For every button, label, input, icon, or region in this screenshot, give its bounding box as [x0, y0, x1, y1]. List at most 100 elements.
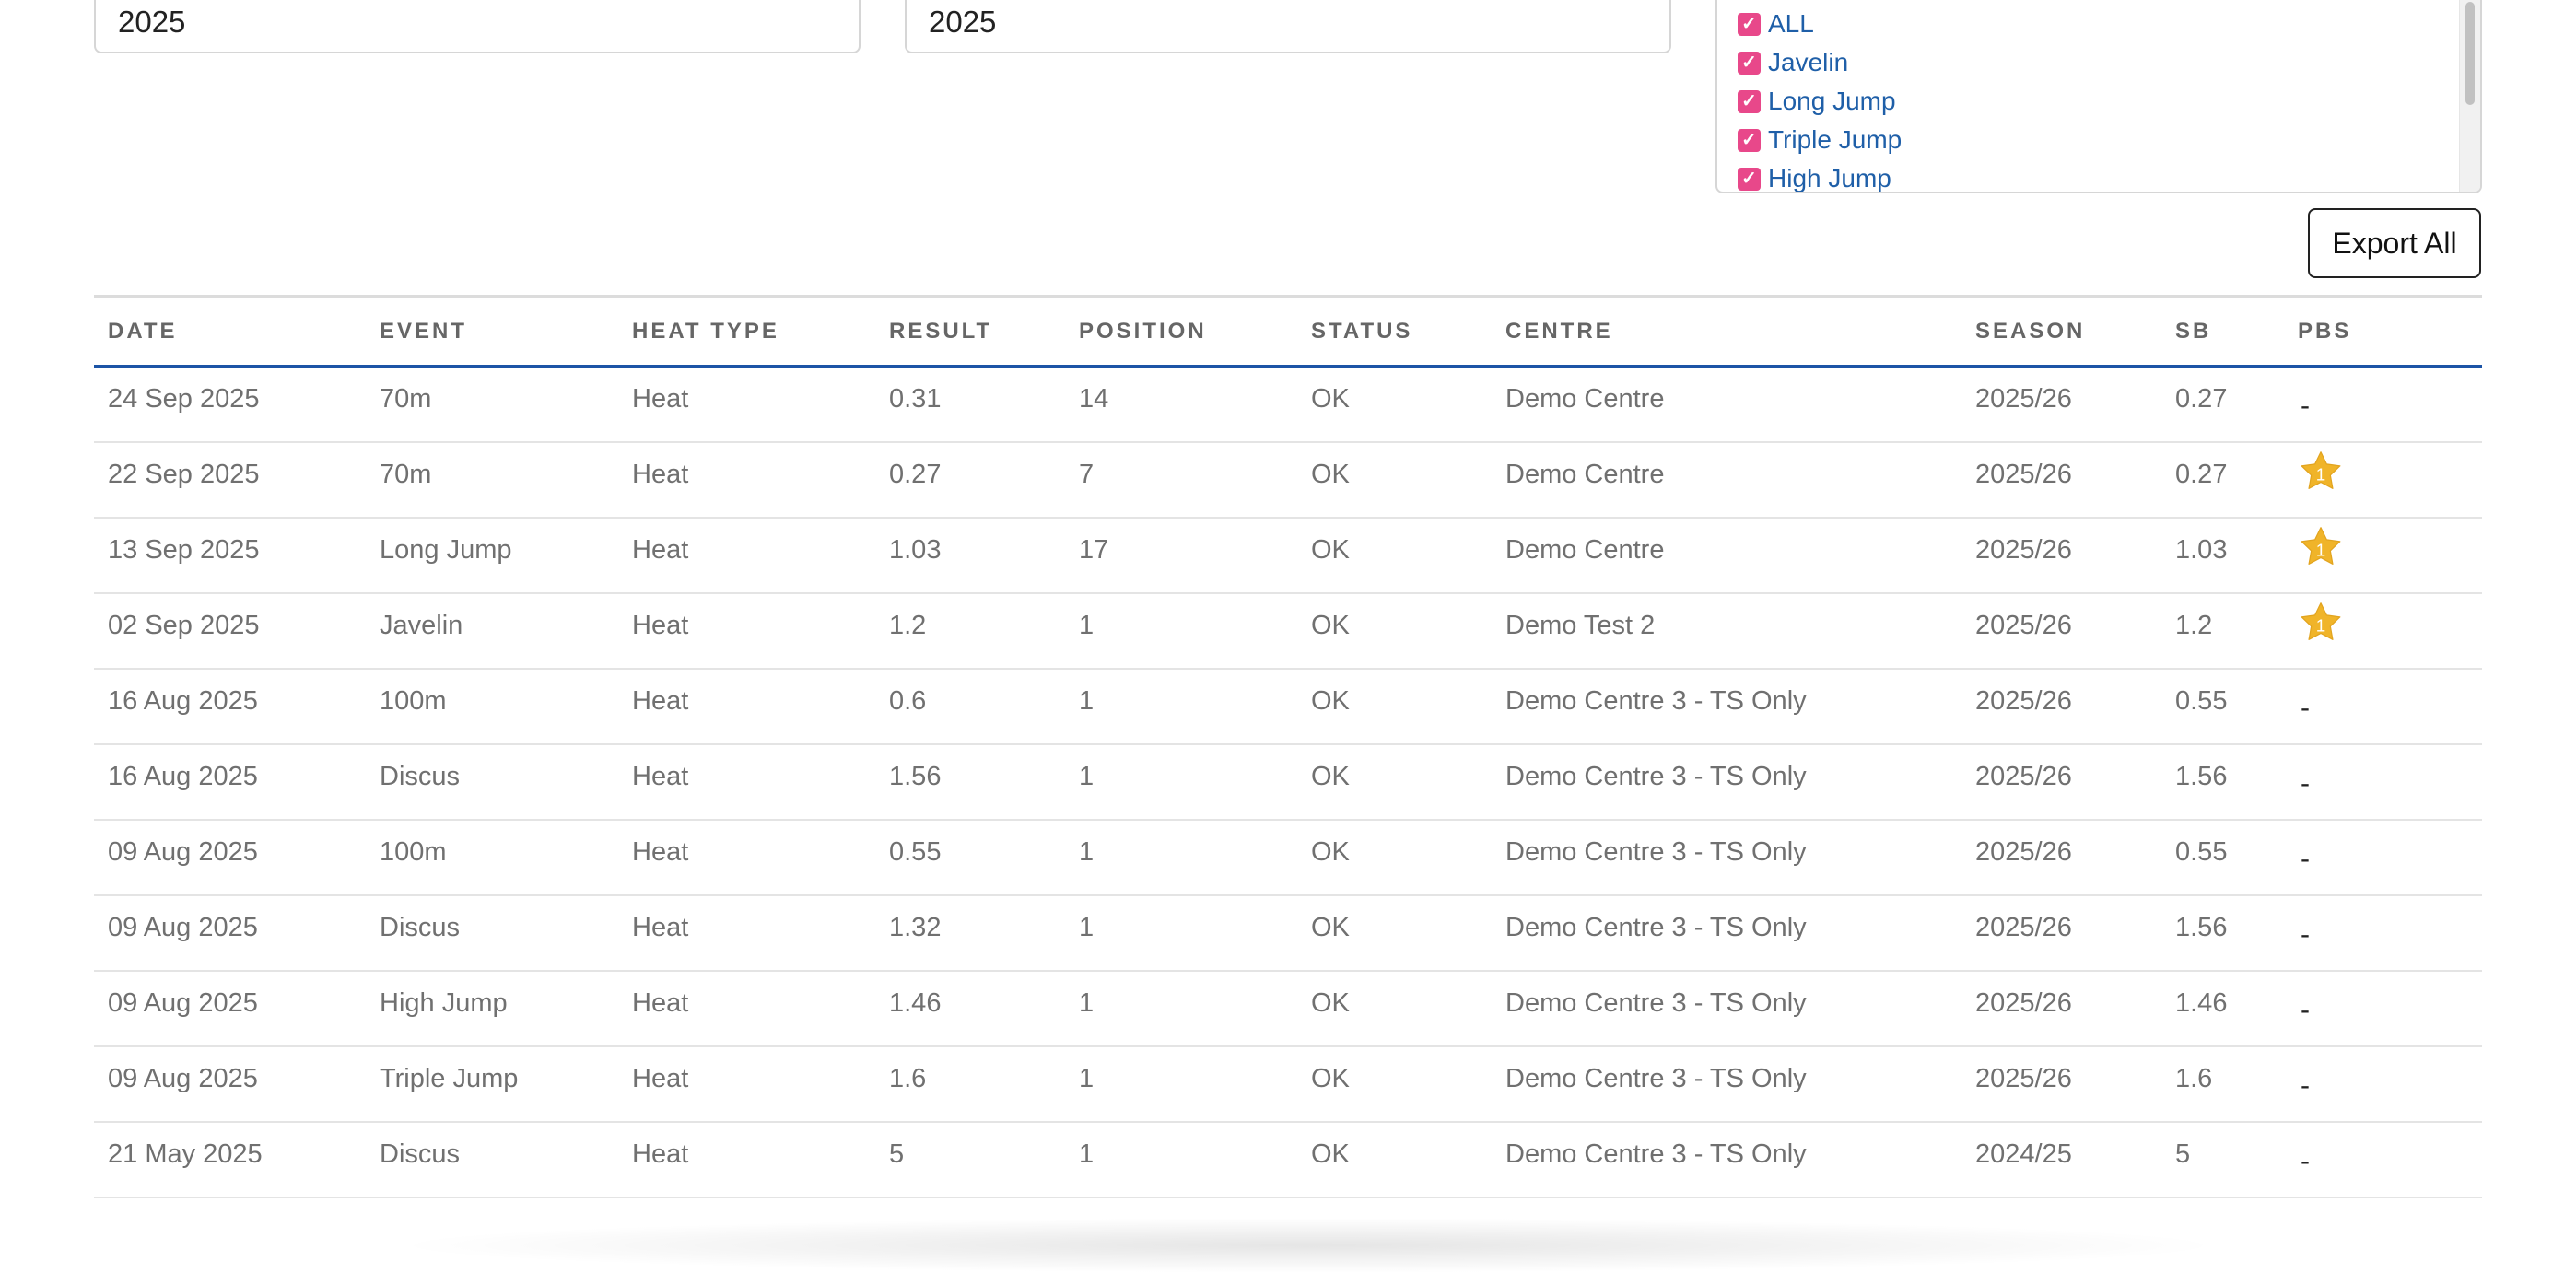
checkbox-checked-icon[interactable]: ✓: [1738, 12, 1761, 36]
header-position[interactable]: POSITION: [1065, 295, 1297, 368]
scroll-thumb[interactable]: [2465, 2, 2475, 105]
cell-pbs: -: [2284, 894, 2482, 972]
header-pbs[interactable]: PBS: [2284, 295, 2482, 368]
cell-pbs: -: [2284, 743, 2482, 821]
cell-status: OK: [1297, 1121, 1492, 1198]
cell-event: 100m: [366, 668, 618, 745]
cell-sb-text: 0.55: [2175, 686, 2228, 716]
cell-result: 0.27: [875, 441, 1065, 519]
checkbox-checked-icon[interactable]: ✓: [1738, 128, 1761, 152]
cell-result-text: 1.32: [889, 913, 942, 942]
cell-result-text: 1.56: [889, 762, 942, 791]
cell-season: 2025/26: [1961, 441, 2161, 519]
cell-event: Discus: [366, 1121, 618, 1198]
header-centre[interactable]: CENTRE: [1492, 295, 1961, 368]
cell-sb-text: 0.55: [2175, 837, 2228, 867]
event-option-label: ALL: [1768, 9, 1814, 38]
cell-date: 21 May 2025: [94, 1121, 366, 1198]
cell-sb: 0.27: [2161, 441, 2284, 519]
cell-status-text: OK: [1311, 686, 1350, 716]
cell-centre: Demo Centre: [1492, 517, 1961, 594]
cell-season-text: 2025/26: [1975, 611, 2072, 640]
star-icon: 1: [2298, 524, 2344, 570]
checkbox-checked-icon[interactable]: ✓: [1738, 89, 1761, 113]
cell-event: 100m: [366, 819, 618, 896]
header-event[interactable]: EVENT: [366, 295, 618, 368]
cell-centre: Demo Centre 3 - TS Only: [1492, 743, 1961, 821]
cell-position: 1: [1065, 743, 1297, 821]
cell-sb: 1.56: [2161, 894, 2284, 972]
cell-heat-type-text: Heat: [632, 1139, 689, 1169]
cell-sb-text: 1.56: [2175, 913, 2228, 942]
cell-status: OK: [1297, 1045, 1492, 1123]
cell-season-text: 2025/26: [1975, 762, 2072, 791]
cell-heat-type: Heat: [618, 366, 875, 443]
cell-heat-type-text: Heat: [632, 988, 689, 1018]
cell-result: 0.31: [875, 366, 1065, 443]
cell-event-text: High Jump: [380, 988, 508, 1018]
cell-position: 1: [1065, 1121, 1297, 1198]
cell-date: 16 Aug 2025: [94, 668, 366, 745]
export-all-button[interactable]: Export All: [2308, 208, 2481, 278]
header-date[interactable]: DATE: [94, 295, 366, 368]
header-sb[interactable]: SB: [2161, 295, 2284, 368]
cell-result-text: 1.6: [889, 1064, 927, 1093]
header-season[interactable]: SEASON: [1961, 295, 2161, 368]
cell-result: 5: [875, 1121, 1065, 1198]
header-heat-type[interactable]: HEAT TYPE: [618, 295, 875, 368]
cell-season: 2025/26: [1961, 970, 2161, 1047]
cell-status: OK: [1297, 819, 1492, 896]
cell-status-text: OK: [1311, 1064, 1350, 1093]
event-option-triple-jump[interactable]: ✓ Triple Jump: [1738, 122, 1902, 158]
cell-heat-type-text: Heat: [632, 686, 689, 716]
table-row: 09 Aug 2025 High Jump Heat 1.46 1 OK Demo Cent…: [94, 970, 2482, 1047]
cell-position-text: 1: [1079, 988, 1095, 1018]
year-from-input[interactable]: [94, 0, 861, 53]
cell-status-text: OK: [1311, 837, 1350, 867]
cell-result-text: 5: [889, 1139, 905, 1169]
cell-date: 09 Aug 2025: [94, 894, 366, 972]
cell-date-text: 16 Aug 2025: [108, 686, 258, 716]
cell-centre: Demo Test 2: [1492, 592, 1961, 670]
event-option-javelin[interactable]: ✓ Javelin: [1738, 44, 1848, 81]
cell-result: 0.55: [875, 819, 1065, 896]
cell-heat-type: Heat: [618, 592, 875, 670]
table-row: 21 May 2025 Discus Heat 5 1 OK Demo Centre 3 -…: [94, 1121, 2482, 1198]
cell-season: 2025/26: [1961, 592, 2161, 670]
star-icon: 1: [2298, 449, 2344, 495]
results-table: DATE EVENT HEAT TYPE RESULT POSITION STA…: [94, 295, 2482, 1198]
cell-date: 09 Aug 2025: [94, 819, 366, 896]
pb-count: 1: [2316, 615, 2325, 635]
cell-result-text: 0.31: [889, 384, 942, 415]
event-list-scrollbar[interactable]: [2459, 0, 2480, 192]
cell-centre-text: Demo Centre: [1505, 460, 1665, 489]
cell-status-text: OK: [1311, 535, 1350, 565]
cell-event: Discus: [366, 894, 618, 972]
cell-season: 2025/26: [1961, 894, 2161, 972]
event-option-all[interactable]: ✓ ALL: [1738, 6, 1814, 42]
cell-event-text: Discus: [380, 1139, 461, 1169]
event-option-high-jump[interactable]: ✓ High Jump: [1738, 160, 1891, 192]
cell-position-text: 1: [1079, 837, 1095, 867]
checkbox-checked-icon[interactable]: ✓: [1738, 167, 1761, 191]
cell-season-text: 2025/26: [1975, 686, 2072, 716]
cell-result: 1.03: [875, 517, 1065, 594]
cell-centre: Demo Centre 3 - TS Only: [1492, 1045, 1961, 1123]
cell-event: Triple Jump: [366, 1045, 618, 1123]
checkbox-checked-icon[interactable]: ✓: [1738, 51, 1761, 75]
cell-status-text: OK: [1311, 988, 1350, 1018]
cell-heat-type-text: Heat: [632, 837, 689, 867]
event-option-long-jump[interactable]: ✓ Long Jump: [1738, 83, 1896, 120]
cell-status-text: OK: [1311, 1139, 1350, 1169]
cell-centre: Demo Centre 3 - TS Only: [1492, 1121, 1961, 1198]
cell-date: 22 Sep 2025: [94, 441, 366, 519]
table-row: 16 Aug 2025 Discus Heat 1.56 1 OK Demo Centre …: [94, 743, 2482, 821]
event-filter-list[interactable]: ✓ ALL ✓ Javelin ✓ Long Jump ✓ Triple Jum…: [1715, 0, 2482, 193]
table-row: 09 Aug 2025 Triple Jump Heat 1.6 1 OK Demo Cen…: [94, 1045, 2482, 1123]
header-result[interactable]: RESULT: [875, 295, 1065, 368]
cell-sb: 1.46: [2161, 970, 2284, 1047]
cell-centre-text: Demo Centre: [1505, 535, 1665, 565]
header-status[interactable]: STATUS: [1297, 295, 1492, 368]
cell-centre-text: Demo Centre 3 - TS Only: [1505, 988, 1807, 1018]
year-to-input[interactable]: [905, 0, 1671, 53]
